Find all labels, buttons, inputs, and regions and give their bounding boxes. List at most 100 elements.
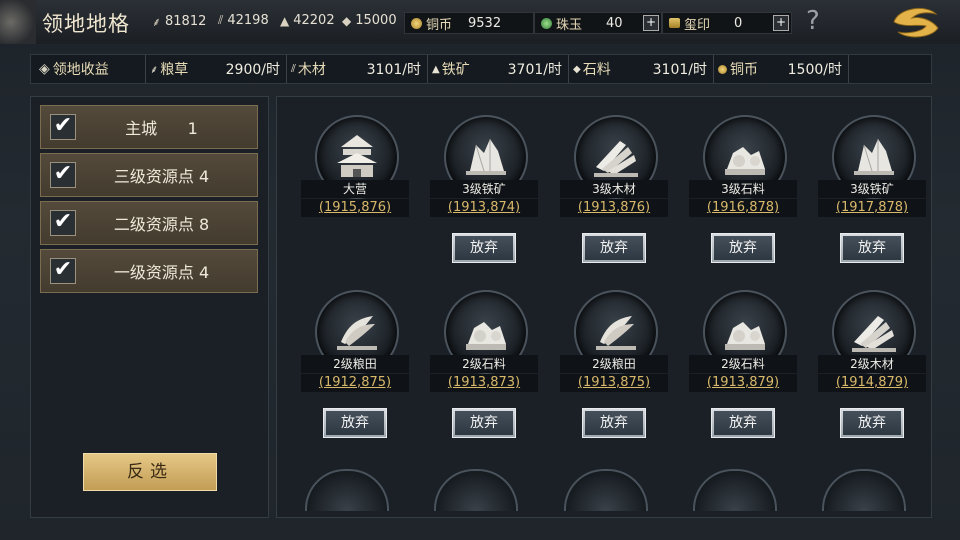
- abandon-label: 放弃: [585, 236, 643, 260]
- wood-icon: ⫽: [218, 13, 224, 27]
- income-copper-value: 1500/时: [787, 62, 842, 78]
- income-grain-label: 粮草: [160, 62, 189, 78]
- iron-resource: ▲ 42202: [280, 13, 335, 28]
- abandon-label: 放弃: [455, 411, 513, 435]
- grain-value: 81812: [165, 14, 207, 29]
- abandon-button[interactable]: 放弃: [840, 233, 904, 263]
- filter-label: 主城 1: [125, 119, 198, 138]
- grain-icon: ⸙: [150, 62, 159, 76]
- income-wood-label: 木材: [297, 62, 326, 78]
- tile-icon-partial: [822, 469, 906, 511]
- income-iron-value: 3701/时: [507, 62, 562, 78]
- territory-grid: 大营 (1915,876) 3级铁矿 (1913,874) 放弃 3级木材 (1913,87…: [276, 96, 932, 518]
- abandon-button[interactable]: 放弃: [711, 408, 775, 438]
- checkbox-main-city[interactable]: ✔: [50, 114, 76, 140]
- income-grain-value: 2900/时: [225, 62, 280, 78]
- abandon-button[interactable]: 放弃: [323, 408, 387, 438]
- copper-coin-icon: [718, 64, 727, 74]
- filter-label: 三级资源点 4: [113, 167, 210, 186]
- tile-coordinate-link[interactable]: (1914,879): [818, 374, 926, 392]
- wood-icon: ⫽: [291, 62, 296, 75]
- income-wood: ⫽ 木材 3101/时: [287, 55, 428, 83]
- income-iron-label: 铁矿: [441, 62, 470, 78]
- tile-name: 2级粮田: [301, 355, 409, 373]
- stone-resource: ◆ 15000: [342, 13, 397, 28]
- tile-coordinate-link[interactable]: (1915,876): [301, 199, 409, 217]
- tile-icon-partial: [305, 469, 389, 511]
- income-stone-value: 3101/时: [652, 62, 707, 78]
- abandon-label: 放弃: [455, 236, 513, 260]
- iron-icon: ▲: [432, 63, 440, 75]
- income-grain: ⸙ 粮草 2900/时: [146, 55, 287, 83]
- abandon-label: 放弃: [714, 411, 772, 435]
- grain-icon: ⸙: [152, 15, 162, 29]
- abandon-button[interactable]: 放弃: [452, 408, 516, 438]
- filter-main-city[interactable]: ✔ 主城 1: [40, 105, 258, 149]
- income-title-segment: ◈ 领地收益: [31, 55, 146, 83]
- back-button[interactable]: [0, 0, 36, 44]
- filter-label: 一级资源点 4: [113, 263, 210, 282]
- income-bar: ◈ 领地收益 ⸙ 粮草 2900/时 ⫽ 木材 3101/时 ▲ 铁矿 3701…: [30, 54, 932, 84]
- abandon-button[interactable]: 放弃: [711, 233, 775, 263]
- filter-panel: ✔ 主城 1 ✔ 三级资源点 4 ✔ 二级资源点 8 ✔ 一级资源点 4 反选: [30, 96, 269, 518]
- abandon-button[interactable]: 放弃: [452, 233, 516, 263]
- wood-value: 42198: [227, 13, 269, 28]
- tile-name: 3级铁矿: [818, 180, 926, 198]
- stone-icon: ◆: [573, 63, 581, 75]
- tile-icon-partial: [434, 469, 518, 511]
- abandon-label: 放弃: [714, 236, 772, 260]
- tile-name: 2级粮田: [560, 355, 668, 373]
- tile-name: 3级铁矿: [430, 180, 538, 198]
- diamond-icon: ◈: [39, 61, 50, 77]
- tile-coordinate-link[interactable]: (1913,873): [430, 374, 538, 392]
- seal-label: 玺印: [684, 17, 711, 33]
- filter-label: 二级资源点 8: [113, 215, 210, 234]
- tile-coordinate-link[interactable]: (1913,874): [430, 199, 538, 217]
- grain-resource: ⸙ 81812: [152, 13, 206, 30]
- add-seal-button[interactable]: +: [773, 15, 789, 31]
- abandon-label: 放弃: [843, 236, 901, 260]
- jade-wallet: 珠玉 40 +: [534, 12, 662, 34]
- checkbox-level2[interactable]: ✔: [50, 210, 76, 236]
- page-title: 领地地格: [42, 12, 130, 36]
- seal-icon: [669, 18, 680, 28]
- abandon-label: 放弃: [585, 411, 643, 435]
- tile-name: 2级木材: [818, 355, 926, 373]
- tile-icon-partial: [693, 469, 777, 511]
- jade-icon: [541, 17, 552, 29]
- wood-resource: ⫽ 42198: [218, 13, 269, 28]
- jade-value: 40: [606, 15, 623, 31]
- filter-level1[interactable]: ✔ 一级资源点 4: [40, 249, 258, 293]
- invert-selection-button[interactable]: 反选: [83, 453, 217, 491]
- tile-coordinate-link[interactable]: (1913,875): [560, 374, 668, 392]
- filter-level3[interactable]: ✔ 三级资源点 4: [40, 153, 258, 197]
- add-jade-button[interactable]: +: [643, 15, 659, 31]
- income-stone-label: 石料: [582, 62, 611, 78]
- abandon-button[interactable]: 放弃: [582, 233, 646, 263]
- tile-coordinate-link[interactable]: (1913,876): [560, 199, 668, 217]
- tile-coordinate-link[interactable]: (1912,875): [301, 374, 409, 392]
- tile-name: 3级石料: [689, 180, 797, 198]
- tile-icon-partial: [564, 469, 648, 511]
- income-copper-label: 铜币: [730, 62, 758, 78]
- checkbox-level1[interactable]: ✔: [50, 258, 76, 284]
- dragon-logo-icon[interactable]: [888, 2, 944, 42]
- abandon-button[interactable]: 放弃: [840, 408, 904, 438]
- income-stone: ◆ 石料 3101/时: [569, 55, 714, 83]
- tile-coordinate-link[interactable]: (1917,878): [818, 199, 926, 217]
- copper-wallet: 铜币 9532: [404, 12, 534, 34]
- seal-wallet: 玺印 0 +: [662, 12, 792, 34]
- iron-icon: ▲: [280, 13, 290, 28]
- filter-level2[interactable]: ✔ 二级资源点 8: [40, 201, 258, 245]
- checkbox-level3[interactable]: ✔: [50, 162, 76, 188]
- tile-name: 2级石料: [689, 355, 797, 373]
- copper-value: 9532: [468, 15, 502, 31]
- tile-coordinate-link[interactable]: (1913,879): [689, 374, 797, 392]
- seal-value: 0: [734, 15, 743, 31]
- income-iron: ▲ 铁矿 3701/时: [428, 55, 569, 83]
- help-button[interactable]: ?: [806, 6, 820, 36]
- tile-coordinate-link[interactable]: (1916,878): [689, 199, 797, 217]
- abandon-button[interactable]: 放弃: [582, 408, 646, 438]
- stone-icon: ◆: [342, 13, 352, 28]
- copper-label: 铜币: [426, 17, 453, 33]
